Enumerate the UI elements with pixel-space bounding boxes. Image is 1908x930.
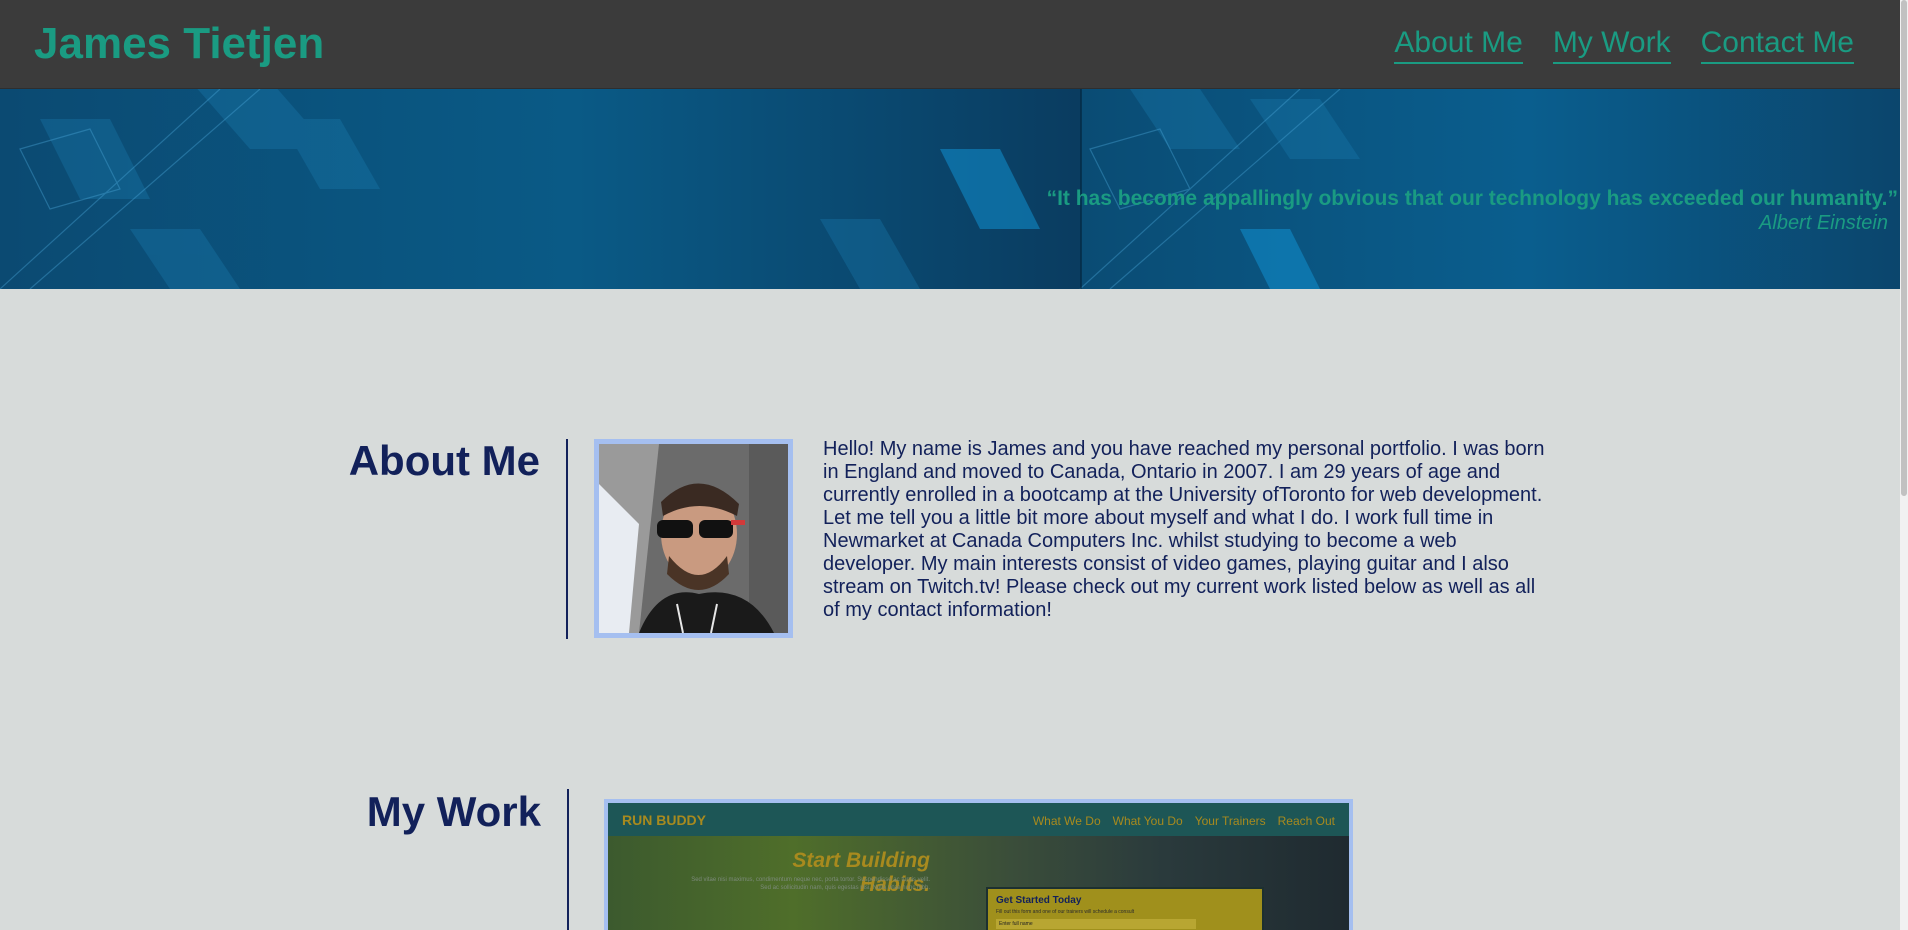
work-heading: My Work bbox=[366, 788, 541, 835]
about-divider bbox=[566, 439, 568, 639]
preview-nav-links: What We Do What You Do Your Trainers Rea… bbox=[1033, 814, 1335, 828]
hero-quote: “It has become appallingly obvious that … bbox=[1046, 187, 1898, 210]
preview-form-input: Enter full name bbox=[996, 919, 1196, 929]
about-paragraph: Hello! My name is James and you have rea… bbox=[823, 438, 1545, 621]
preview-nav-link: Your Trainers bbox=[1194, 814, 1266, 828]
profile-photo bbox=[594, 439, 793, 638]
site-header: James Tietjen About Me My Work Contact M… bbox=[0, 0, 1908, 89]
preview-nav-link: Reach Out bbox=[1277, 814, 1335, 828]
preview-signup-form: Get Started Today Fill out this form and… bbox=[986, 887, 1264, 930]
preview-brand: RUN BUDDY bbox=[622, 812, 706, 828]
preview-form-subtitle: Fill out this form and one of our traine… bbox=[996, 909, 1135, 915]
preview-nav-link: What You Do bbox=[1112, 814, 1183, 828]
preview-form-title: Get Started Today bbox=[996, 895, 1082, 906]
nav-link-about[interactable]: About Me bbox=[1394, 24, 1523, 64]
nav-link-work[interactable]: My Work bbox=[1552, 24, 1671, 64]
hero-banner: “It has become appallingly obvious that … bbox=[0, 89, 1908, 289]
preview-nav-link: What We Do bbox=[1032, 814, 1101, 828]
project-preview-run-buddy[interactable]: RUN BUDDY What We Do What You Do Your Tr… bbox=[604, 799, 1353, 930]
preview-nav-bar: RUN BUDDY What We Do What You Do Your Tr… bbox=[608, 803, 1349, 836]
about-heading: About Me bbox=[348, 437, 540, 484]
hero-quote-author: Albert Einstein bbox=[1759, 212, 1888, 234]
site-title[interactable]: James Tietjen bbox=[34, 18, 324, 70]
preview-subtext: Sed vitae nisi maximus, condimentum nequ… bbox=[691, 877, 930, 891]
page: James Tietjen About Me My Work Contact M… bbox=[0, 0, 1908, 930]
main-nav: About Me My Work Contact Me bbox=[1394, 24, 1854, 64]
nav-link-contact[interactable]: Contact Me bbox=[1700, 24, 1854, 64]
work-divider bbox=[567, 789, 569, 930]
page-scrollbar[interactable] bbox=[1900, 0, 1908, 930]
profile-photo-image bbox=[599, 444, 788, 633]
scrollbar-thumb[interactable] bbox=[1901, 0, 1907, 496]
